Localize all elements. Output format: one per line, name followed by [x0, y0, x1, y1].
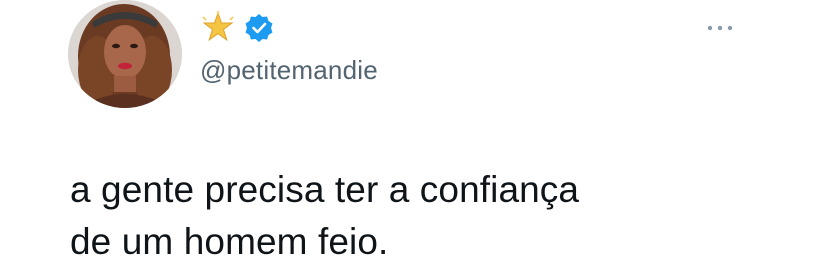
- author-name-row[interactable]: [200, 10, 274, 46]
- star-emoji-icon: [200, 11, 236, 45]
- tweet-text-line: de um homem feio.: [70, 221, 389, 262]
- author-handle[interactable]: @petitemandie: [200, 55, 378, 86]
- verified-badge-icon: [244, 13, 274, 43]
- avatar[interactable]: [68, 0, 182, 108]
- tweet-text: a gente precisa ter a confiança de um ho…: [70, 164, 770, 268]
- tweet-text-line: a gente precisa ter a confiança: [70, 169, 580, 210]
- more-options-icon[interactable]: [706, 22, 734, 34]
- tweet-card: @petitemandie a gente precisa ter a conf…: [0, 0, 828, 276]
